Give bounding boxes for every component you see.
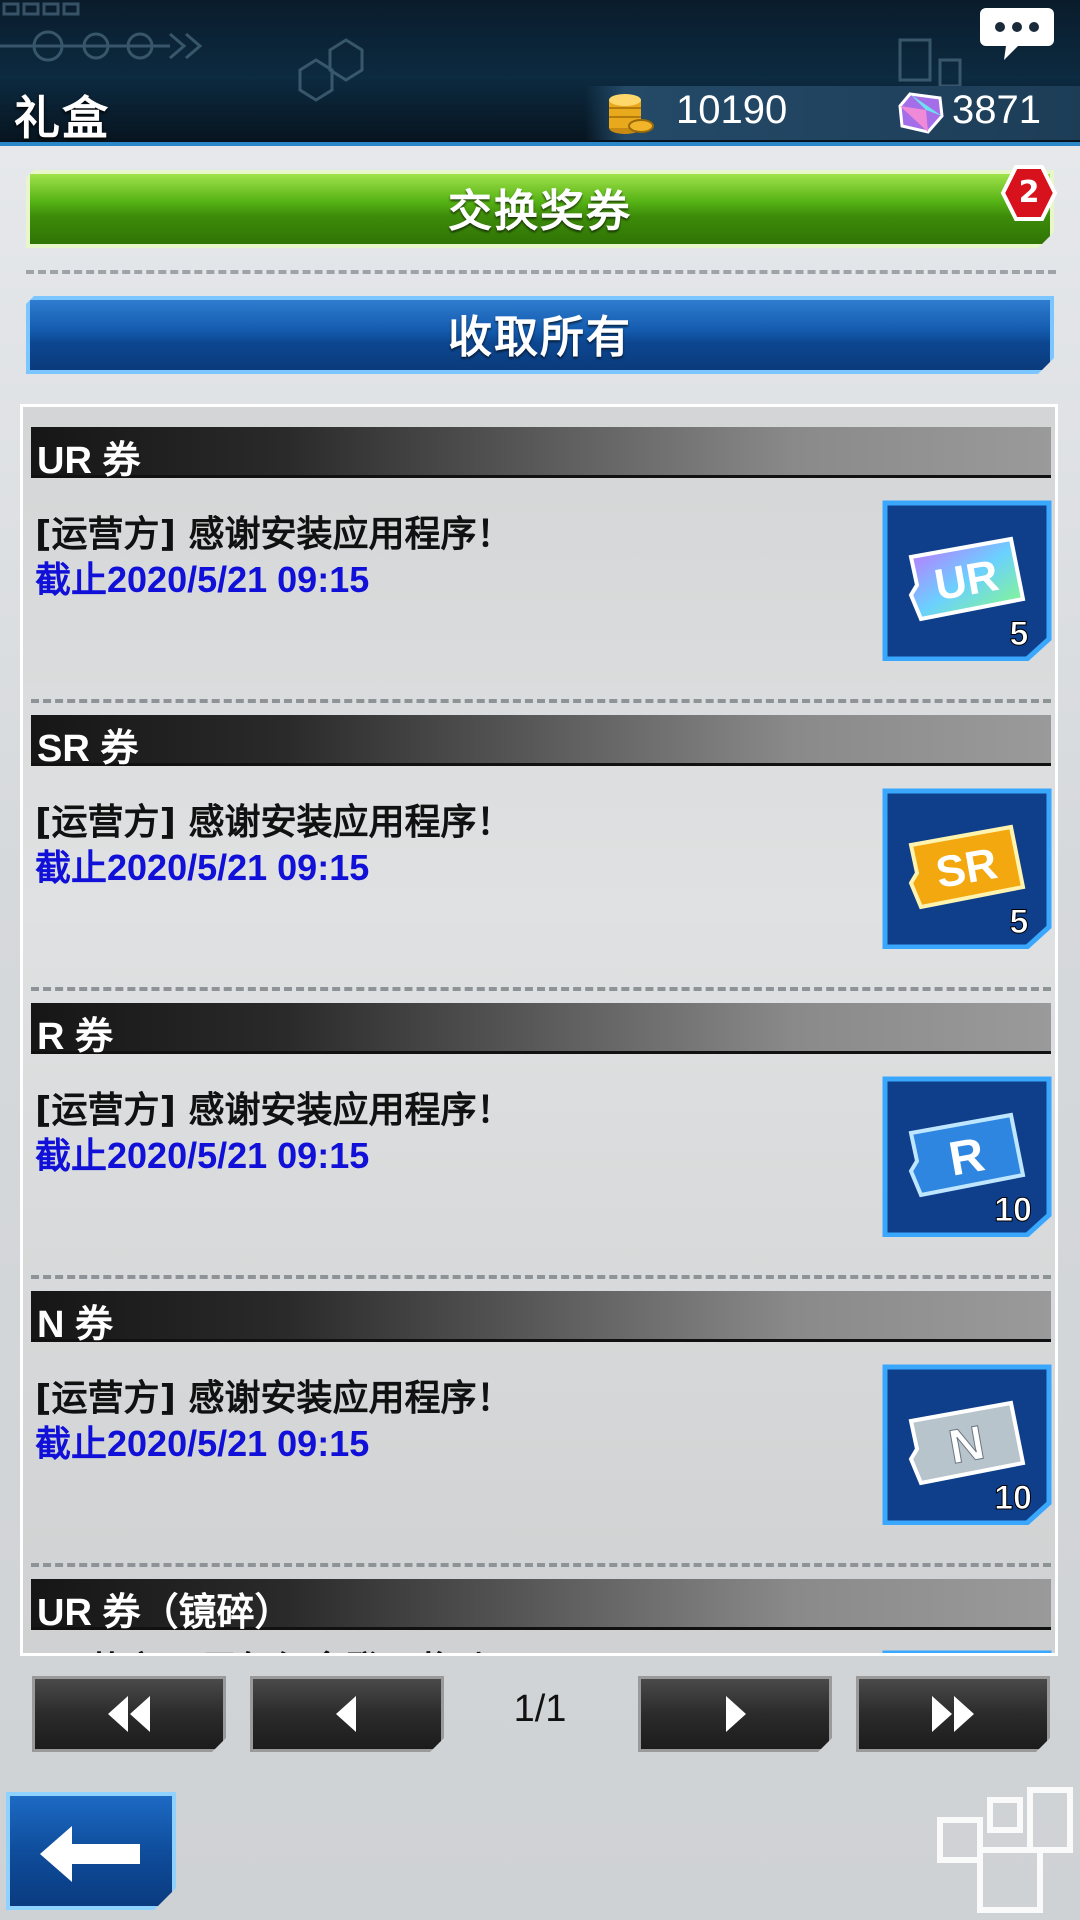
gift-item-title: N 券 [37, 1304, 114, 1346]
gift-item-header: UR 券 [31, 427, 1051, 482]
gift-item-header: R 券 [31, 1003, 1051, 1058]
gift-item: SR 券 [运营方] 感谢安装应用程序！ 截止2020/5/21 09:15 S… [31, 715, 1053, 1003]
gift-item: UR 券 [运营方] 感谢安装应用程序！ 截止2020/5/21 09:15 U… [31, 427, 1053, 715]
gift-item-description: [运营方] 感谢安装应用程序！ [35, 802, 513, 843]
divider [31, 1275, 1051, 1279]
gift-item-description: [运营方] 感谢安装应用程序！ [35, 1090, 513, 1131]
r-ticket-icon[interactable]: R 10 [881, 1075, 1053, 1237]
first-page-button[interactable] [32, 1676, 226, 1752]
double-chevron-left-icon [104, 1694, 154, 1734]
divider [31, 987, 1051, 991]
previous-page-button[interactable] [250, 1676, 444, 1752]
gift-item-title: UR 券（镜碎） [37, 1592, 293, 1634]
gift-list[interactable]: UR 券 [运营方] 感谢安装应用程序！ 截止2020/5/21 09:15 U… [20, 404, 1058, 1656]
divider [26, 270, 1056, 274]
ticket-count: 10 [994, 1479, 1032, 1517]
collect-all-button[interactable]: 收取所有 [26, 296, 1054, 374]
circuit-corner-decoration [937, 1787, 1073, 1913]
next-page-button[interactable] [638, 1676, 832, 1752]
back-button[interactable] [6, 1792, 176, 1910]
exchange-tickets-button[interactable]: 交换奖券 [26, 170, 1054, 248]
gold-coin-icon [609, 94, 654, 134]
svg-text:SR: SR [932, 839, 1001, 898]
gem-icon [898, 92, 944, 134]
ur-ticket-icon[interactable]: UR 5 [881, 499, 1053, 661]
page-title: 礼盒 [14, 91, 110, 145]
gift-item-deadline: 截止2020/5/21 09:15 [35, 1135, 370, 1176]
notification-badge-count: 2 [1018, 175, 1040, 210]
gem-amount: 3871 [952, 88, 1041, 132]
last-page-button[interactable] [856, 1676, 1050, 1752]
gift-item: N 券 [运营方] 感谢安装应用程序！ 截止2020/5/21 09:15 N … [31, 1291, 1053, 1579]
gift-item-deadline: 截止2020/5/21 09:15 [35, 847, 370, 888]
double-chevron-right-icon [928, 1694, 978, 1734]
gift-item-header: UR 券（镜碎） [31, 1579, 1051, 1634]
n-ticket-icon[interactable]: N 10 [881, 1363, 1053, 1525]
ticket-count: 5 [1010, 903, 1029, 941]
divider [31, 699, 1051, 703]
gold-amount: 10190 [676, 88, 788, 132]
chat-icon[interactable] [978, 6, 1056, 62]
gift-item-title: UR 券 [37, 440, 141, 482]
gift-item-deadline: 截止2020/5/21 09:15 [35, 559, 370, 600]
gift-item: UR 券（镜碎） [运营方]2周年纪念登录奖励 [31, 1579, 1053, 1656]
ur-shard-ticket-icon[interactable] [881, 1649, 1053, 1656]
page-indicator: 1/1 [513, 1688, 567, 1730]
gift-item-deadline: 截止2020/5/21 09:15 [35, 1423, 370, 1464]
chevron-right-icon [720, 1694, 750, 1734]
gift-item-title: SR 券 [37, 728, 139, 770]
chevron-left-icon [332, 1694, 362, 1734]
ticket-count: 10 [994, 1191, 1032, 1229]
gift-item-description: [运营方]2周年纪念登录奖励 [35, 1641, 489, 1653]
arrow-left-icon [38, 1824, 142, 1884]
gift-item-header: N 券 [31, 1291, 1051, 1346]
gift-item-description: [运营方] 感谢安装应用程序！ [35, 1378, 513, 1419]
sr-ticket-icon[interactable]: SR 5 [881, 787, 1053, 949]
divider [31, 1563, 1051, 1567]
ticket-count: 5 [1010, 615, 1029, 653]
gift-item-title: R 券 [37, 1016, 114, 1058]
gift-item: R 券 [运营方] 感谢安装应用程序！ 截止2020/5/21 09:15 R … [31, 1003, 1053, 1291]
gift-item-description: [运营方] 感谢安装应用程序！ [35, 514, 513, 555]
gift-item-header: SR 券 [31, 715, 1051, 770]
